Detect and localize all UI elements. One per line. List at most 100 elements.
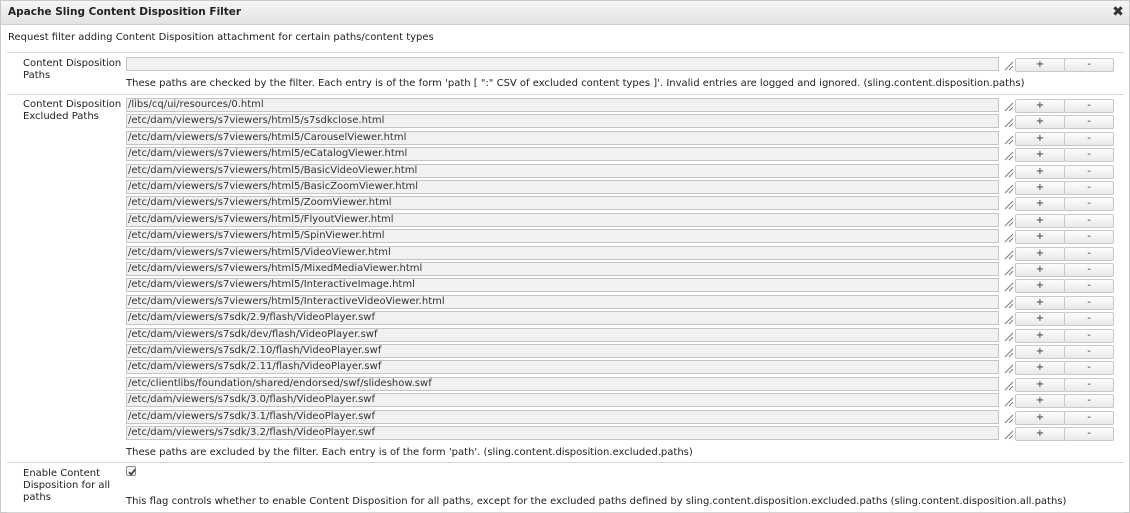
add-entry-button[interactable]: + (1015, 377, 1065, 392)
remove-entry-button[interactable]: - (1064, 410, 1114, 425)
resize-grip-icon[interactable] (1002, 330, 1014, 342)
divider (7, 462, 1124, 463)
remove-entry-button[interactable]: - (1064, 99, 1114, 113)
add-entry-button[interactable]: + (1015, 197, 1065, 212)
excluded-path-input[interactable]: /etc/dam/viewers/s7viewers/html5/FlyoutV… (126, 212, 999, 227)
add-entry-button[interactable]: + (1015, 263, 1065, 277)
remove-entry-button[interactable]: - (1064, 345, 1114, 359)
add-entry-button[interactable]: + (1015, 361, 1065, 376)
add-entry-button[interactable]: + (1015, 115, 1065, 130)
remove-entry-button[interactable]: - (1064, 131, 1114, 146)
resize-grip-icon[interactable] (1002, 313, 1014, 325)
resize-grip-icon[interactable] (1002, 231, 1014, 243)
remove-entry-button[interactable]: - (1064, 230, 1114, 245)
excluded-path-input[interactable]: /etc/dam/viewers/s7viewers/html5/Carouse… (126, 130, 999, 145)
excluded-row: /etc/dam/viewers/s7viewers/html5/ZoomVie… (126, 196, 1114, 212)
add-entry-button[interactable]: + (1015, 99, 1065, 113)
remove-entry-button[interactable]: - (1064, 328, 1114, 343)
remove-entry-button[interactable]: - (1064, 181, 1114, 195)
add-entry-button[interactable]: + (1015, 328, 1065, 343)
resize-grip-icon[interactable] (1002, 182, 1014, 194)
excluded-path-input[interactable]: /etc/dam/viewers/s7sdk/2.11/flash/VideoP… (126, 360, 999, 375)
resize-grip-icon[interactable] (1002, 280, 1014, 292)
remove-entry-button[interactable]: - (1064, 394, 1114, 409)
resize-grip-icon[interactable] (1002, 59, 1014, 71)
remove-entry-button[interactable]: - (1064, 115, 1114, 130)
excluded-path-input[interactable]: /etc/dam/viewers/s7viewers/html5/SpinVie… (126, 229, 999, 244)
resize-grip-icon[interactable] (1002, 428, 1014, 440)
remove-entry-button[interactable]: - (1064, 164, 1114, 179)
add-entry-button[interactable]: + (1015, 279, 1065, 294)
resize-grip-icon[interactable] (1002, 248, 1014, 260)
excluded-path-input[interactable]: /etc/dam/viewers/s7sdk/3.0/flash/VideoPl… (126, 393, 999, 408)
resize-grip-icon[interactable] (1002, 116, 1014, 128)
excluded-path-input[interactable]: /etc/dam/viewers/s7viewers/html5/s7sdkcl… (126, 114, 999, 129)
add-entry-button[interactable]: + (1015, 246, 1065, 261)
excluded-path-input[interactable]: /etc/dam/viewers/s7viewers/html5/VideoVi… (126, 245, 999, 260)
remove-entry-button[interactable]: - (1064, 263, 1114, 277)
paths-path-input[interactable] (126, 57, 999, 71)
excluded-path-input[interactable]: /etc/dam/viewers/s7viewers/html5/MixedMe… (126, 262, 999, 276)
remove-entry-button[interactable]: - (1064, 295, 1114, 310)
resize-grip-icon[interactable] (1002, 395, 1014, 407)
excluded-path-input[interactable]: /etc/dam/viewers/s7sdk/2.9/flash/VideoPl… (126, 311, 999, 326)
remove-entry-button[interactable]: - (1064, 312, 1114, 327)
excluded-path-input[interactable]: /etc/clientlibs/foundation/shared/endors… (126, 376, 999, 391)
resize-grip-icon[interactable] (1002, 297, 1014, 309)
close-icon[interactable]: ✖ (1111, 4, 1125, 20)
excluded-path-input[interactable]: /etc/dam/viewers/s7sdk/3.1/flash/VideoPl… (126, 409, 999, 424)
remove-entry-button[interactable]: - (1064, 148, 1114, 163)
excluded-path-input[interactable]: /etc/dam/viewers/s7viewers/html5/Interac… (126, 294, 999, 309)
excluded-path-input[interactable]: /etc/dam/viewers/s7viewers/html5/eCatalo… (126, 147, 999, 162)
resize-grip-icon[interactable] (1002, 133, 1014, 145)
remove-entry-button[interactable]: - (1064, 279, 1114, 294)
excluded-row: /etc/dam/viewers/s7sdk/2.10/flash/VideoP… (126, 344, 1114, 359)
remove-entry-button[interactable]: - (1064, 377, 1114, 392)
add-entry-button[interactable]: + (1015, 58, 1065, 72)
dialog-titlebar: Apache Sling Content Disposition Filter … (1, 1, 1129, 25)
add-entry-button[interactable]: + (1015, 213, 1065, 228)
excluded-row: /etc/dam/viewers/s7viewers/html5/SpinVie… (126, 229, 1114, 245)
add-entry-button[interactable]: + (1015, 427, 1065, 441)
add-entry-button[interactable]: + (1015, 410, 1065, 425)
remove-entry-button[interactable]: - (1064, 213, 1114, 228)
excluded-path-input[interactable]: /etc/dam/viewers/s7viewers/html5/ZoomVie… (126, 196, 999, 211)
excluded-path-input[interactable]: /libs/cq/ui/resources/0.html (126, 98, 999, 112)
excluded-path-input[interactable]: /etc/dam/viewers/s7sdk/2.10/flash/VideoP… (126, 344, 999, 358)
excluded-path-input[interactable]: /etc/dam/viewers/s7sdk/dev/flash/VideoPl… (126, 327, 999, 342)
excluded-path-input[interactable]: /etc/dam/viewers/s7viewers/html5/Interac… (126, 278, 999, 293)
excluded-row: /etc/dam/viewers/s7sdk/2.11/flash/VideoP… (126, 360, 1114, 376)
resize-grip-icon[interactable] (1002, 412, 1014, 424)
add-entry-button[interactable]: + (1015, 164, 1065, 179)
excluded-path-input[interactable]: /etc/dam/viewers/s7sdk/3.2/flash/VideoPl… (126, 426, 999, 440)
resize-grip-icon[interactable] (1002, 264, 1014, 276)
resize-grip-icon[interactable] (1002, 100, 1014, 112)
resize-grip-icon[interactable] (1002, 346, 1014, 358)
remove-entry-button[interactable]: - (1064, 361, 1114, 376)
add-entry-button[interactable]: + (1015, 295, 1065, 310)
resize-grip-icon[interactable] (1002, 215, 1014, 227)
remove-entry-button[interactable]: - (1064, 427, 1114, 441)
remove-entry-button[interactable]: - (1064, 246, 1114, 261)
add-entry-button[interactable]: + (1015, 394, 1065, 409)
all-paths-checkbox[interactable] (126, 466, 136, 476)
resize-grip-icon[interactable] (1002, 149, 1014, 161)
checkmark-icon (128, 468, 136, 476)
all-paths-help: This flag controls whether to enable Con… (126, 496, 1067, 507)
remove-entry-button[interactable]: - (1064, 197, 1114, 212)
add-entry-button[interactable]: + (1015, 181, 1065, 195)
excluded-path-input[interactable]: /etc/dam/viewers/s7viewers/html5/BasicVi… (126, 163, 999, 178)
resize-grip-icon[interactable] (1002, 362, 1014, 374)
excluded-row: /etc/dam/viewers/s7viewers/html5/Carouse… (126, 130, 1114, 146)
remove-entry-button[interactable]: - (1064, 58, 1114, 72)
resize-grip-icon[interactable] (1002, 379, 1014, 391)
add-entry-button[interactable]: + (1015, 230, 1065, 245)
resize-grip-icon[interactable] (1002, 166, 1014, 178)
excluded-row: /etc/dam/viewers/s7viewers/html5/eCatalo… (126, 147, 1114, 163)
resize-grip-icon[interactable] (1002, 198, 1014, 210)
add-entry-button[interactable]: + (1015, 148, 1065, 163)
add-entry-button[interactable]: + (1015, 312, 1065, 327)
add-entry-button[interactable]: + (1015, 345, 1065, 359)
add-entry-button[interactable]: + (1015, 131, 1065, 146)
excluded-path-input[interactable]: /etc/dam/viewers/s7viewers/html5/BasicZo… (126, 180, 999, 194)
